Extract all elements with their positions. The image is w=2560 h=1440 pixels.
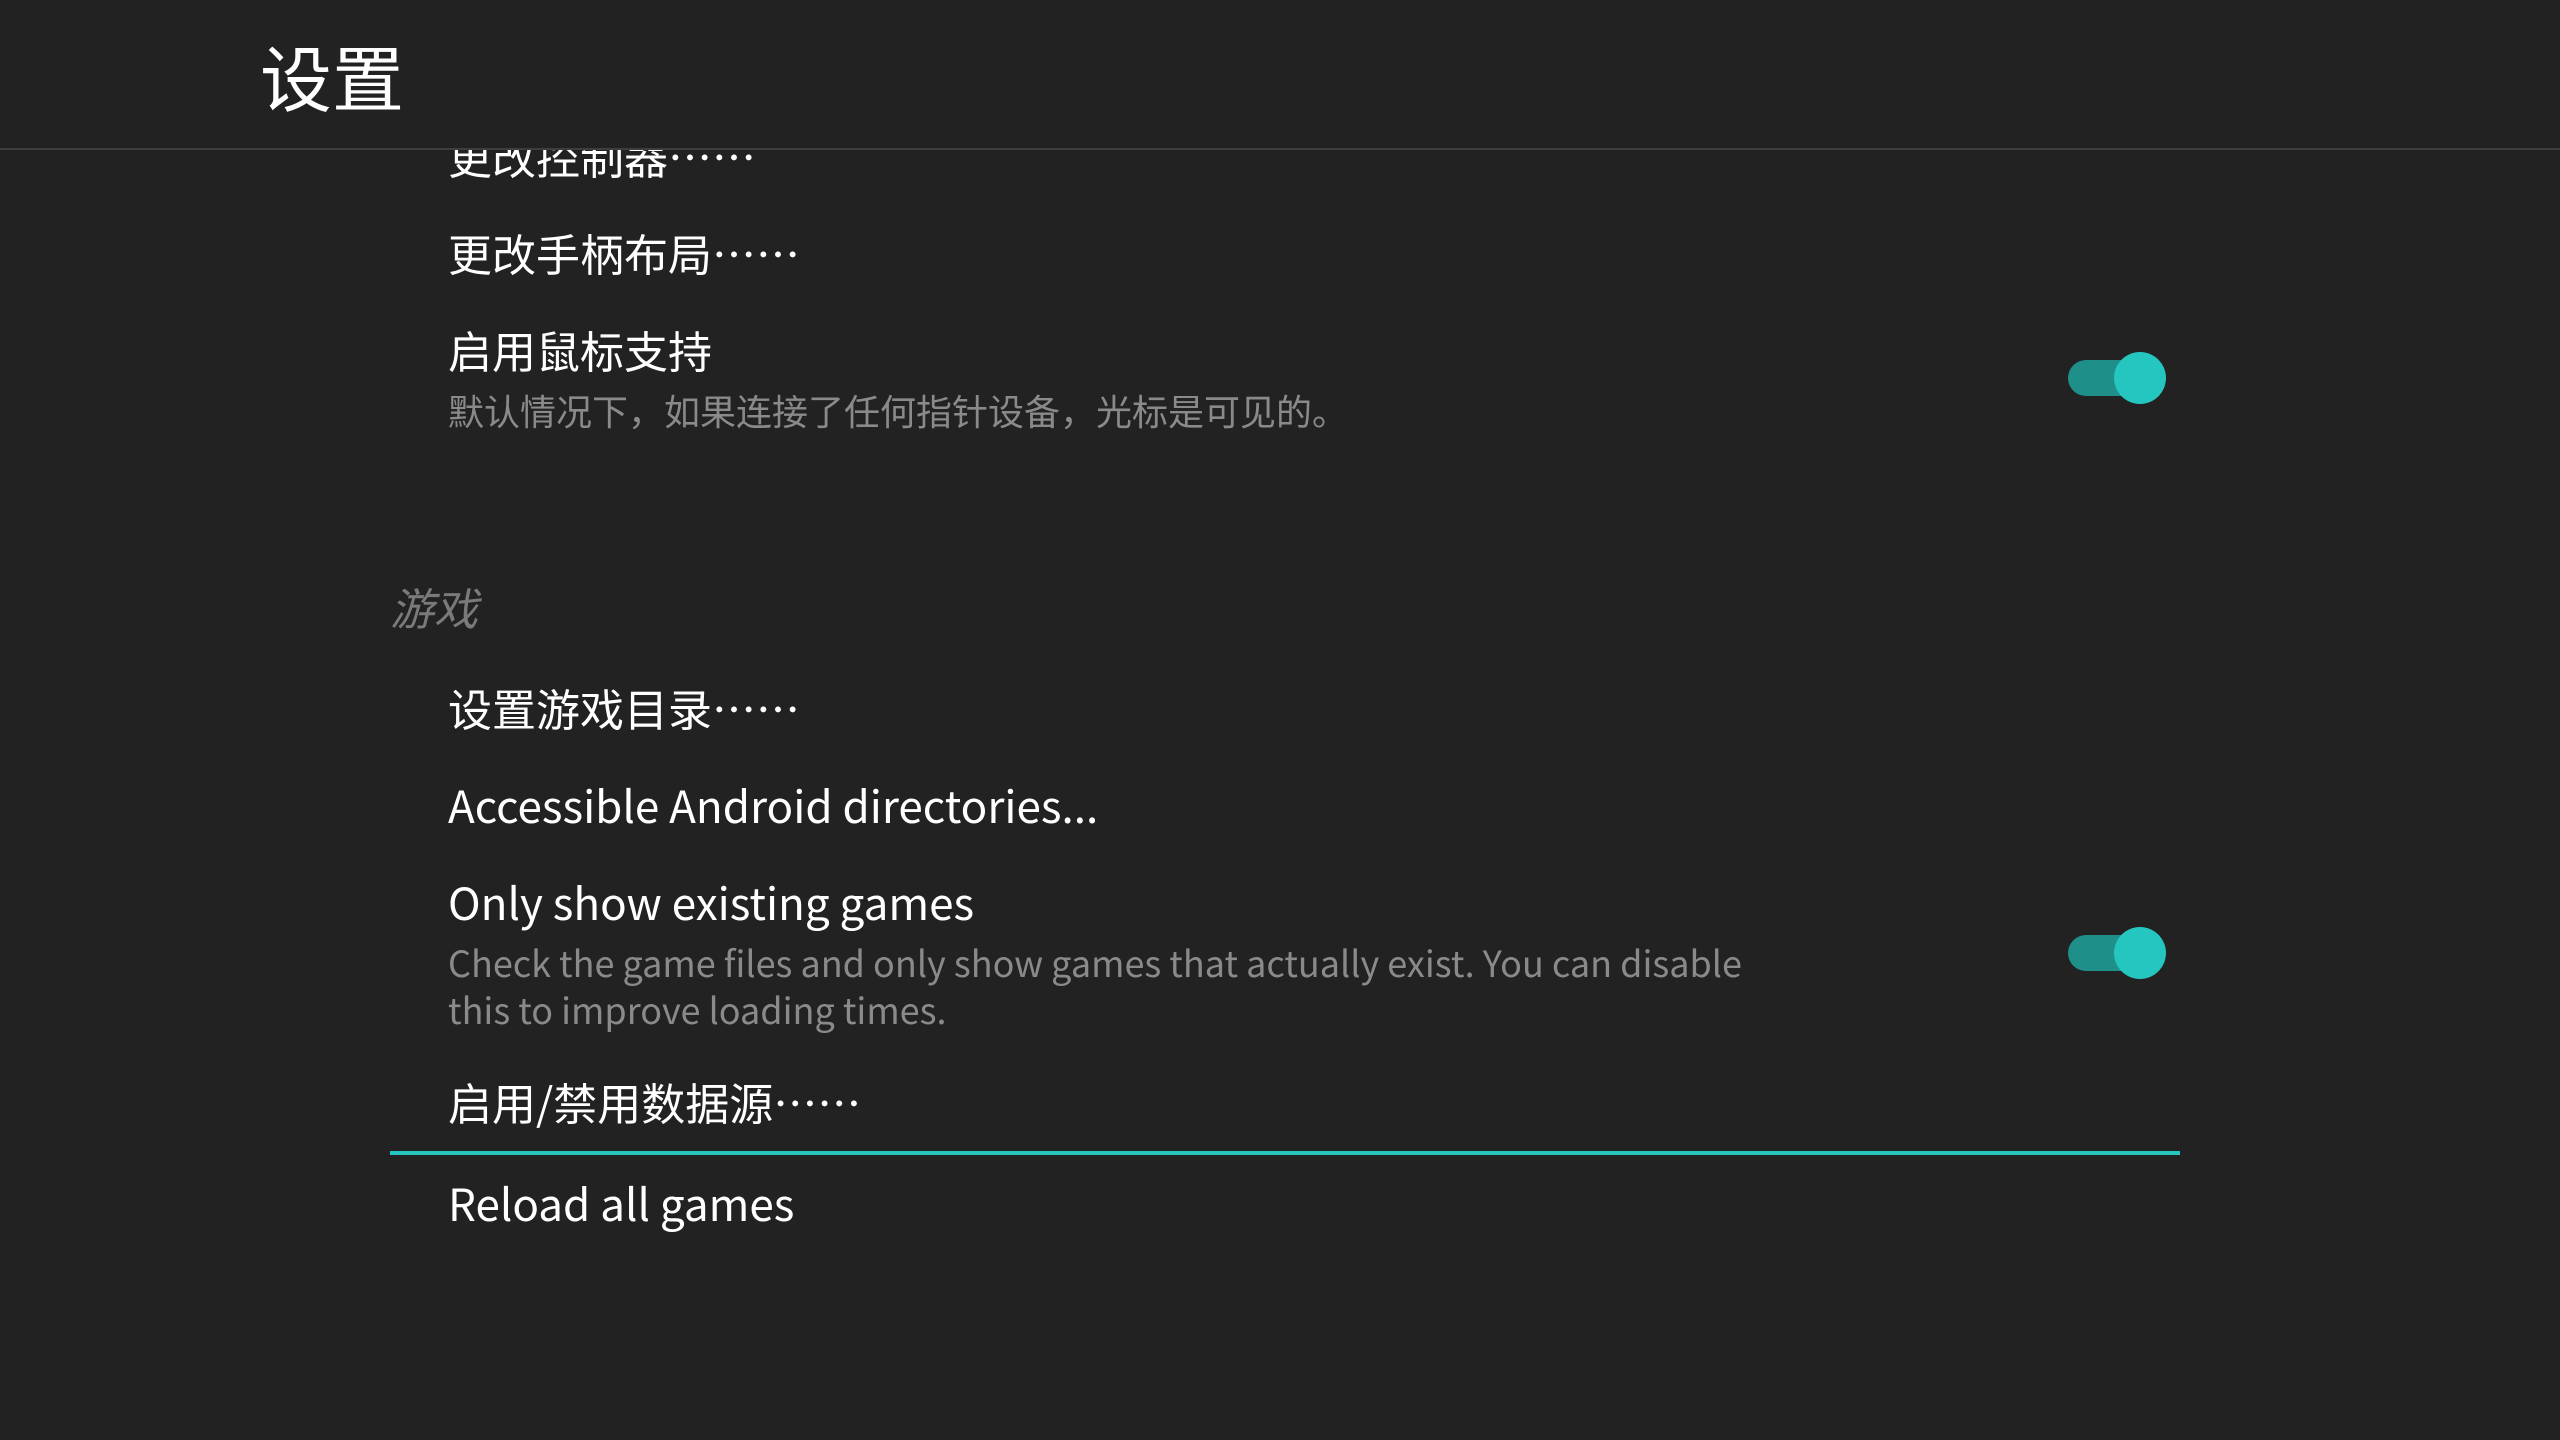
item-title: 更改手柄布局…… (448, 225, 2140, 280)
page-header: 设置 (0, 0, 2560, 150)
item-title: Accessible Android directories... (448, 777, 2140, 832)
item-accessible-android-directories[interactable]: Accessible Android directories... (390, 757, 2180, 854)
spacer (390, 456, 2180, 552)
item-title: Only show existing games (448, 874, 2028, 929)
item-title: 设置游戏目录…… (448, 680, 2140, 735)
item-title: 启用/禁用数据源…… (448, 1074, 2140, 1129)
toggle-only-existing-games[interactable] (2068, 935, 2160, 971)
item-subtitle: Check the game files and only show games… (448, 939, 1748, 1033)
item-subtitle: 默认情况下，如果连接了任何指针设备，光标是可见的。 (448, 387, 1748, 434)
item-change-gamepad-layout[interactable]: 更改手柄布局…… (390, 205, 2180, 302)
item-enable-disable-data-sources[interactable]: 启用/禁用数据源…… (390, 1054, 2180, 1155)
page-title: 设置 (260, 22, 404, 127)
item-enable-mouse-support[interactable]: 启用鼠标支持 默认情况下，如果连接了任何指针设备，光标是可见的。 (390, 302, 2180, 456)
toggle-mouse-support[interactable] (2068, 360, 2160, 396)
item-set-game-directory[interactable]: 设置游戏目录…… (390, 660, 2180, 757)
item-only-show-existing-games[interactable]: Only show existing games Check the game … (390, 854, 2180, 1055)
item-reload-all-games[interactable]: Reload all games (390, 1155, 2180, 1252)
section-header-games: 游戏 (390, 552, 2180, 660)
settings-list: 控制器 更改控制器…… 更改手柄布局…… 启用鼠标支持 默认情况下，如果连接了任… (390, 0, 2180, 1252)
item-title: Reload all games (448, 1175, 2140, 1230)
item-title: 启用鼠标支持 (448, 322, 2028, 377)
settings-scroll-area[interactable]: 控制器 更改控制器…… 更改手柄布局…… 启用鼠标支持 默认情况下，如果连接了任… (0, 0, 2560, 1440)
